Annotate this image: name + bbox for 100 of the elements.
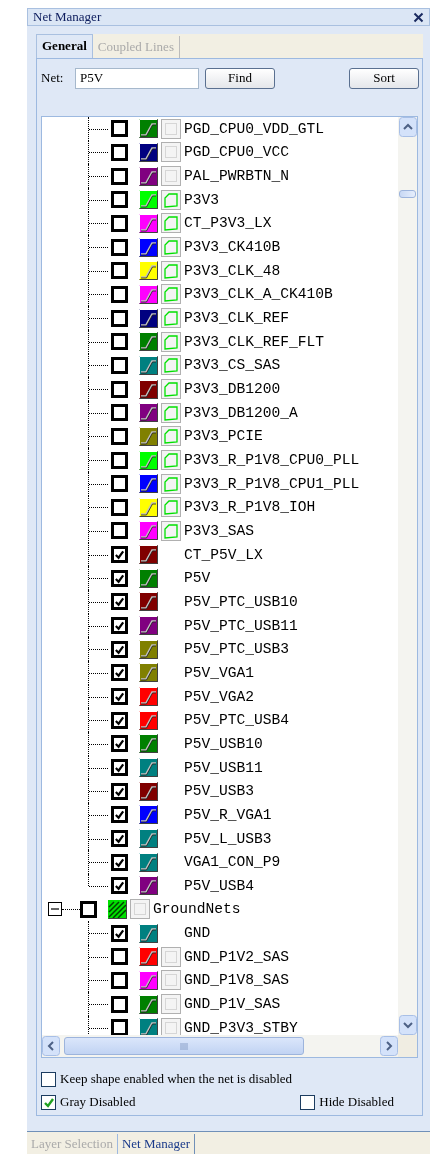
tree-checkbox[interactable]	[111, 333, 128, 351]
find-button[interactable]: Find	[205, 67, 275, 89]
color-swatch[interactable]	[139, 261, 158, 281]
net-name[interactable]: P5V_VGA1	[184, 664, 255, 681]
tree-checkbox[interactable]	[111, 522, 128, 540]
tree-checkbox[interactable]	[111, 214, 128, 232]
color-swatch[interactable]	[139, 829, 158, 848]
tree-checkbox[interactable]	[111, 144, 128, 161]
color-swatch[interactable]	[139, 403, 158, 423]
checkbox[interactable]	[300, 1094, 316, 1110]
color-swatch[interactable]	[139, 923, 158, 943]
net-name[interactable]: P5V_USB3	[184, 783, 255, 800]
color-swatch[interactable]	[139, 190, 158, 210]
color-swatch[interactable]	[139, 734, 158, 754]
tree-checkbox[interactable]	[80, 901, 97, 918]
color-swatch[interactable]	[139, 663, 158, 683]
color-swatch[interactable]	[139, 687, 158, 707]
color-swatch[interactable]	[139, 994, 158, 1014]
net-name[interactable]: PAL_PWRBTN_N	[184, 168, 290, 185]
color-swatch[interactable]	[139, 308, 158, 328]
color-swatch[interactable]	[139, 119, 158, 139]
net-group-name[interactable]: GroundNets	[153, 901, 241, 918]
tree-checkbox[interactable]	[111, 1019, 128, 1035]
net-name[interactable]: P3V3	[184, 191, 220, 208]
net-name[interactable]: P5V_PTC_USB11	[184, 617, 298, 634]
net-name[interactable]: CT_P3V3_LX	[184, 215, 272, 232]
tree-checkbox[interactable]	[111, 451, 128, 469]
net-name[interactable]: P3V3_SAS	[184, 523, 255, 539]
tree-checkbox[interactable]	[111, 404, 128, 422]
net-name[interactable]: P5V_PTC_USB3	[184, 641, 290, 658]
net-input-field[interactable]: P5V	[75, 67, 199, 89]
net-name[interactable]: VGA1_CON_P9	[184, 854, 281, 871]
checkbox[interactable]	[41, 1071, 56, 1087]
tree-checkbox[interactable]	[111, 309, 128, 327]
color-swatch[interactable]	[139, 970, 158, 990]
net-name[interactable]: P5V_PTC_USB4	[184, 712, 290, 729]
net-name[interactable]: P3V3_CLK_48	[184, 262, 281, 279]
horizontal-scrollbar[interactable]	[42, 1035, 398, 1057]
collapse-icon[interactable]	[48, 902, 62, 917]
color-swatch[interactable]	[139, 805, 158, 825]
net-name[interactable]: P3V3_PCIE	[184, 428, 263, 445]
hatched-swatch-icon[interactable]	[108, 900, 127, 919]
net-name[interactable]: P3V3_R_P1V8_CPU0_PLL	[184, 452, 360, 468]
tree-checkbox[interactable]	[111, 167, 128, 185]
scroll-down-icon[interactable]	[398, 1015, 417, 1035]
tree-checkbox[interactable]	[111, 285, 128, 303]
tree-checkbox[interactable]	[111, 120, 128, 138]
net-name[interactable]: GND	[184, 925, 211, 942]
tree-checkbox[interactable]	[111, 971, 128, 989]
net-name[interactable]: GND_P1V_SAS	[184, 996, 281, 1013]
color-swatch[interactable]	[139, 521, 158, 541]
tree-checkbox[interactable]	[111, 238, 128, 256]
color-swatch[interactable]	[139, 710, 158, 730]
net-name[interactable]: PGD_CPU0_VDD_GTL	[184, 120, 325, 137]
color-swatch[interactable]	[139, 758, 158, 778]
net-name[interactable]: P5V_R_VGA1	[184, 806, 272, 823]
color-swatch[interactable]	[139, 474, 158, 494]
color-swatch[interactable]	[139, 781, 158, 801]
color-swatch[interactable]	[139, 213, 158, 233]
tree-checkbox[interactable]	[111, 356, 128, 374]
net-name[interactable]: P3V3_CS_SAS	[184, 357, 281, 374]
color-swatch[interactable]	[139, 237, 158, 257]
scrollbar-thumb[interactable]	[399, 190, 416, 198]
color-swatch[interactable]	[139, 426, 158, 446]
net-name[interactable]: P3V3_R_P1V8_CPU1_PLL	[184, 475, 360, 492]
color-swatch[interactable]	[139, 947, 158, 967]
tree-checkbox[interactable]	[111, 948, 128, 966]
net-name[interactable]: P3V3_CLK_REF_FLT	[184, 333, 325, 350]
color-swatch[interactable]	[139, 497, 158, 517]
tree-checkbox[interactable]	[111, 475, 128, 493]
net-name[interactable]: P3V3_R_P1V8_IOH	[184, 499, 316, 516]
tree-checkbox[interactable]	[111, 498, 128, 516]
color-swatch[interactable]	[139, 592, 158, 612]
net-name[interactable]: P3V3_CK410B	[184, 239, 281, 256]
net-name[interactable]: P3V3_CLK_REF	[184, 310, 290, 327]
tree-checkbox[interactable]	[111, 380, 128, 398]
color-swatch[interactable]	[139, 450, 158, 470]
net-name[interactable]: GND_P1V8_SAS	[184, 972, 290, 989]
net-name[interactable]: GND_P3V3_STBY	[184, 1019, 298, 1035]
color-swatch[interactable]	[139, 1018, 158, 1035]
color-swatch[interactable]	[139, 852, 158, 872]
tree-checkbox[interactable]	[111, 995, 128, 1013]
color-swatch[interactable]	[139, 876, 158, 896]
net-name[interactable]: P5V_USB4	[184, 877, 255, 894]
net-name[interactable]: P5V	[184, 570, 211, 587]
net-name[interactable]: CT_P5V_LX	[184, 546, 263, 563]
vertical-scrollbar[interactable]	[398, 117, 417, 1035]
close-icon[interactable]	[413, 11, 424, 23]
net-name[interactable]: P5V_VGA2	[184, 688, 255, 705]
color-swatch[interactable]	[139, 616, 158, 636]
tab[interactable]: General	[36, 34, 93, 58]
tree-checkbox[interactable]	[111, 262, 128, 280]
net-name[interactable]: PGD_CPU0_VCC	[184, 144, 290, 161]
scroll-up-icon[interactable]	[398, 117, 417, 137]
color-swatch[interactable]	[139, 143, 158, 162]
tree-checkbox[interactable]	[111, 427, 128, 445]
color-swatch[interactable]	[139, 166, 158, 186]
scroll-right-icon[interactable]	[380, 1036, 398, 1056]
net-name[interactable]: P3V3_CLK_A_CK410B	[184, 286, 333, 303]
color-swatch[interactable]	[139, 545, 158, 565]
